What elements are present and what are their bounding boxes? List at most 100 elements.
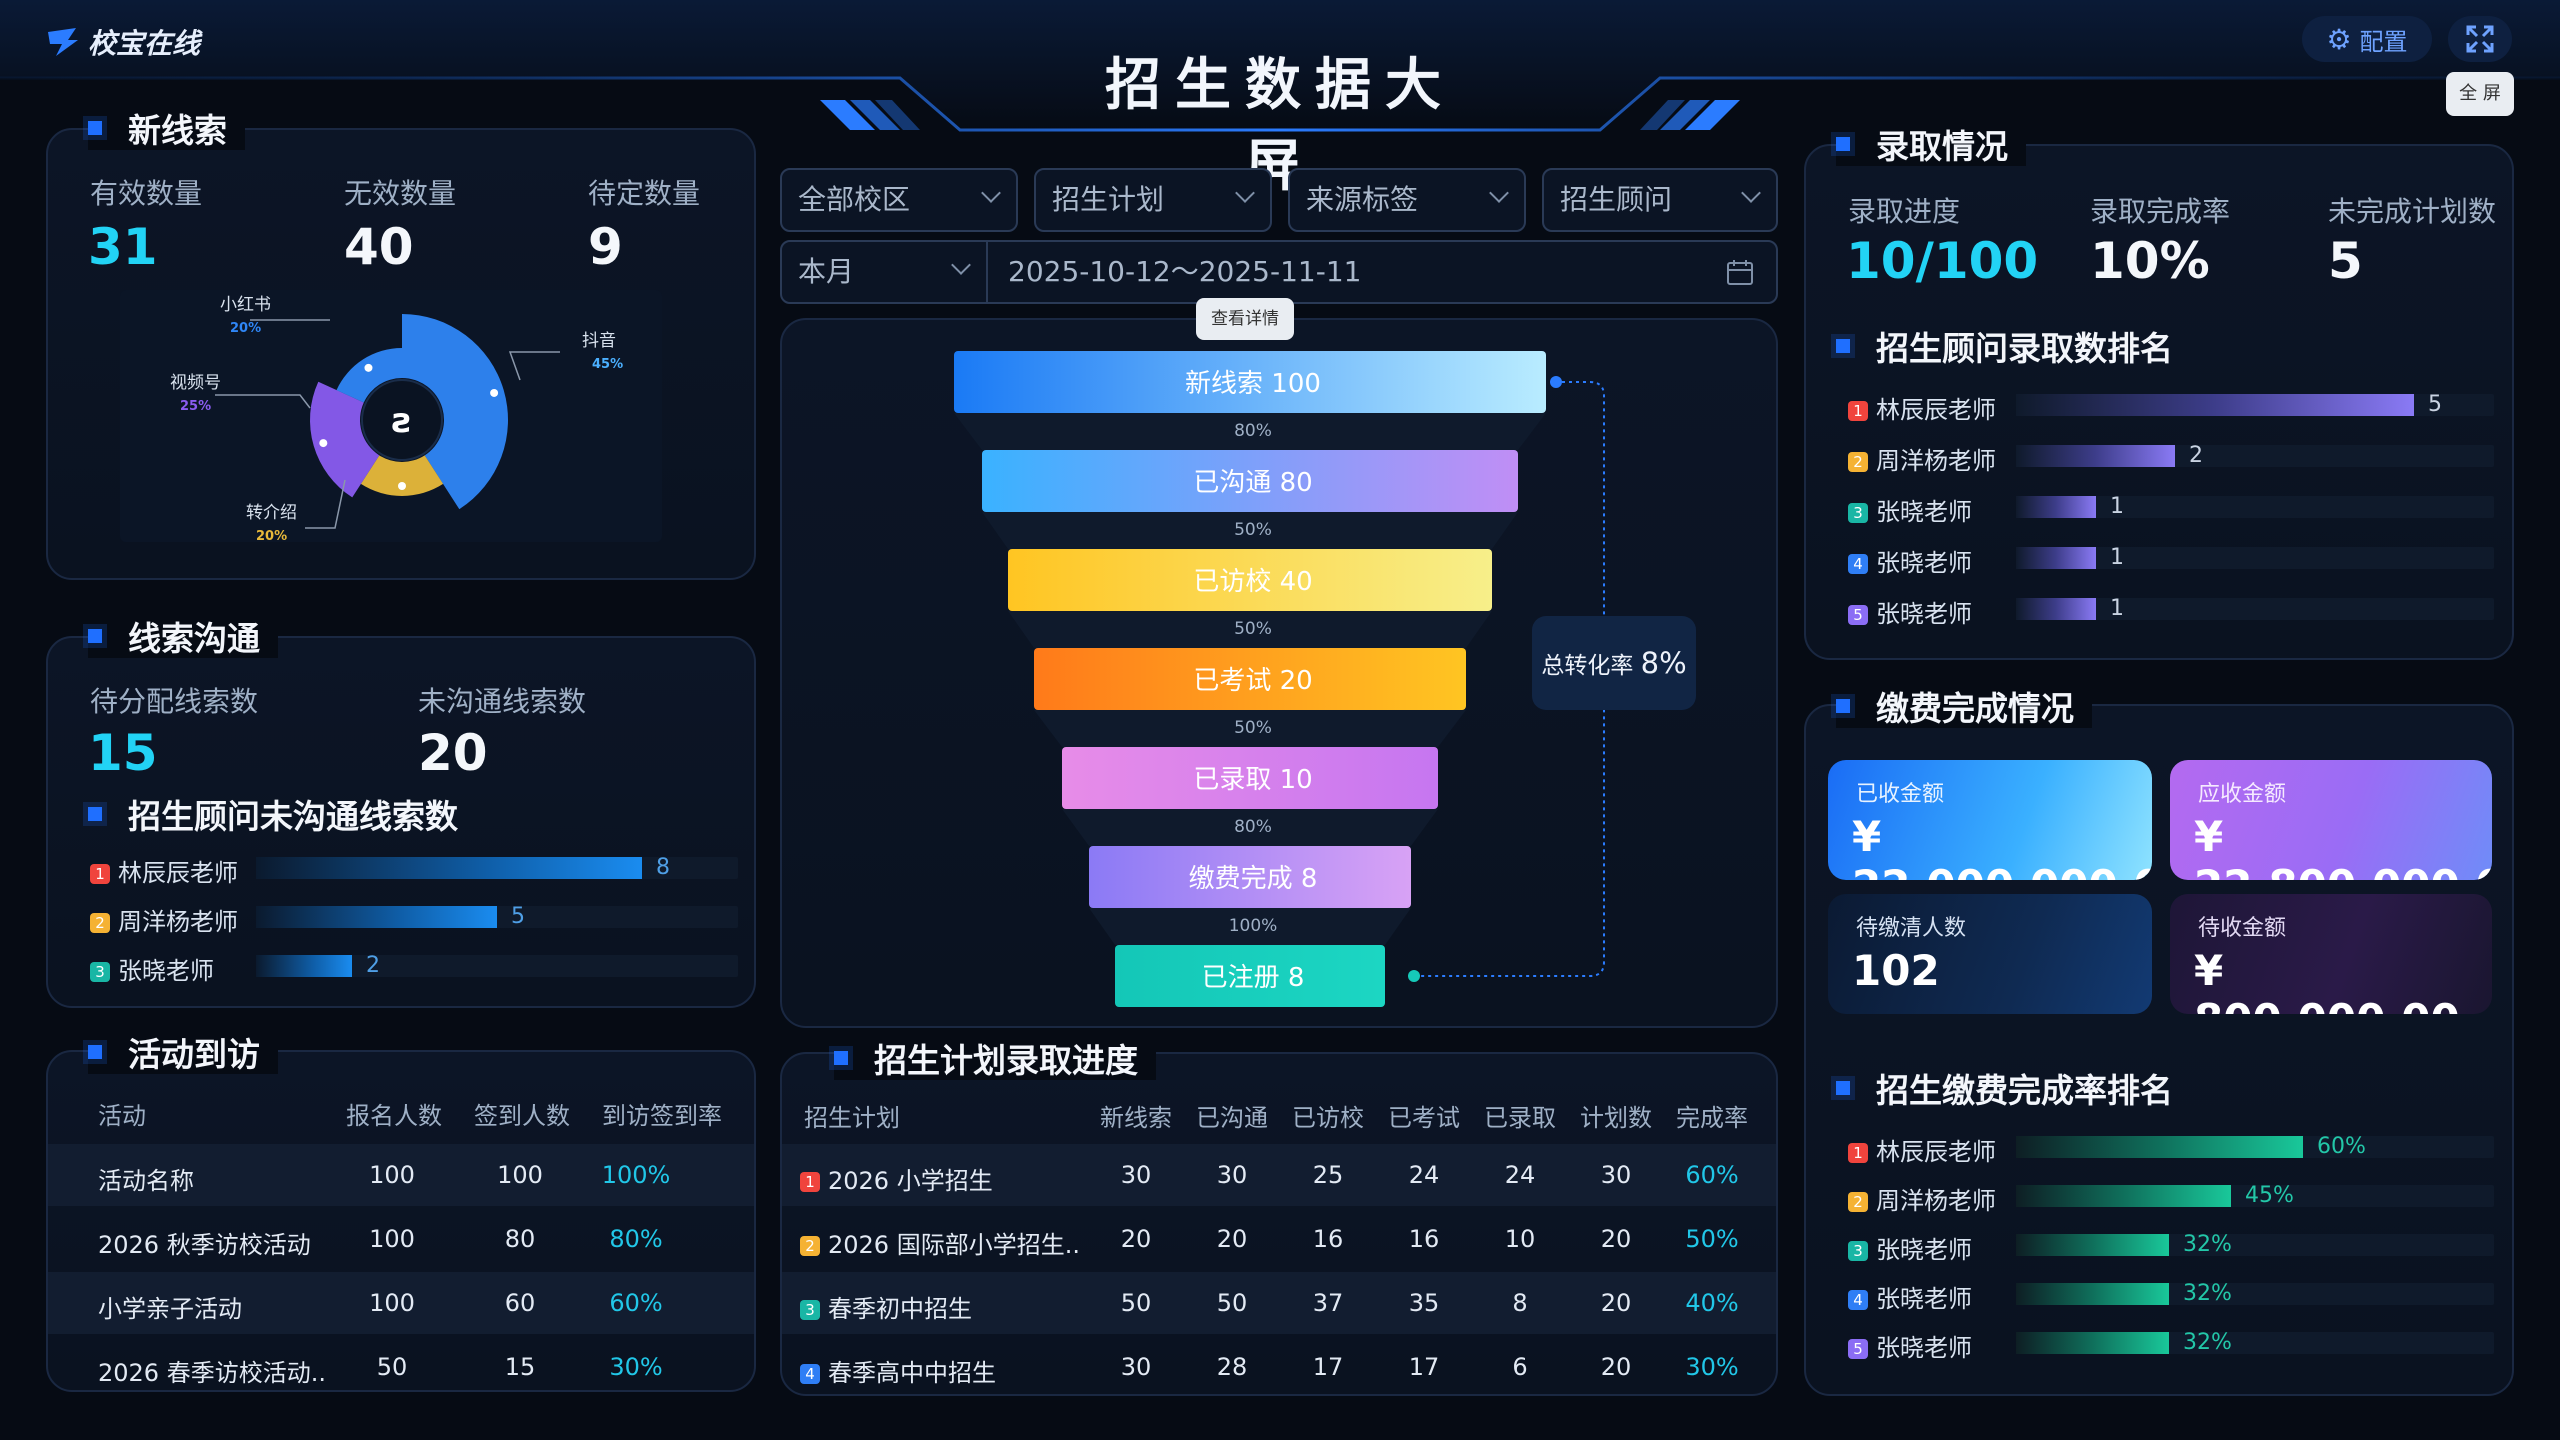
center-logo-icon: ꙅ: [392, 401, 412, 441]
fullscreen-button[interactable]: [2448, 16, 2512, 62]
pie-label: 抖音: [582, 331, 616, 351]
rank-value: 2: [2189, 443, 2203, 468]
chevron-down-icon: [1235, 183, 1255, 203]
table-cell: 16: [1408, 1225, 1440, 1253]
table-cell: 50: [1120, 1289, 1152, 1317]
funnel-rate: 50%: [1234, 718, 1272, 738]
table-cell: 25: [1312, 1161, 1344, 1189]
plan-name: 2026 国际部小学招生..: [828, 1231, 1080, 1259]
rank-badge: 4: [800, 1364, 820, 1384]
table-cell: 60%: [1685, 1161, 1739, 1189]
table-cell: 100: [497, 1161, 543, 1189]
rank-value: 8: [656, 855, 670, 880]
pie-label: 视频号: [170, 373, 221, 393]
plan-select[interactable]: 招生计划: [1034, 168, 1272, 232]
table-header: 活动: [98, 1102, 146, 1130]
admission-rank-title: 招生顾问录取数排名: [1836, 324, 2173, 368]
table-cell: 10: [1504, 1225, 1536, 1253]
rank-value: 5: [2428, 392, 2442, 417]
stat-label-unfinished: 未完成计划数: [2328, 195, 2497, 228]
pending-amount-card: 待收金额¥ 800,000.00: [2170, 894, 2492, 1014]
table-cell: 小学亲子活动: [98, 1295, 242, 1323]
table-cell: 100%: [601, 1161, 671, 1189]
period-select[interactable]: 本月: [780, 240, 988, 304]
stat-label-rate: 录取完成率: [2090, 195, 2231, 228]
stat-value-rate: 10%: [2090, 232, 2210, 290]
rank-bar: [2016, 547, 2096, 569]
brand-logo[interactable]: 校宝在线: [46, 22, 200, 62]
table-cell: 活动名称: [98, 1167, 194, 1195]
logo-icon: [48, 28, 78, 56]
rank-bar: [2016, 445, 2175, 467]
funnel-rate: 80%: [1234, 421, 1272, 441]
config-button[interactable]: ⚙ 配置: [2302, 16, 2432, 62]
funnel-rate: 50%: [1234, 520, 1272, 540]
table-cell: 24: [1408, 1161, 1440, 1189]
table-header: 已访校: [1292, 1104, 1364, 1132]
rank-item: 5 张晓老师: [1848, 594, 1972, 629]
table-cell: 60: [504, 1289, 536, 1317]
stat-label-invalid: 无效数量: [344, 177, 457, 210]
rank-badge: 1: [90, 864, 110, 884]
table-cell: 8: [1512, 1289, 1528, 1317]
config-label: 配置: [2359, 27, 2408, 56]
funnel-stage-label: 已考试 20: [1193, 666, 1312, 696]
table-cell: 30: [1600, 1161, 1632, 1189]
rank-item: 1 林辰辰老师: [90, 853, 238, 888]
payment-rank-title: 招生缴费完成率排名: [1836, 1066, 2173, 1110]
table-cell: 100: [369, 1225, 415, 1253]
rank-bar: [256, 906, 497, 928]
rank-value: 5: [511, 904, 525, 929]
rank-name: 林辰辰老师: [118, 859, 238, 887]
chevron-down-icon: [1489, 183, 1509, 203]
table-cell: 24: [1504, 1161, 1536, 1189]
rank-name: 张晓老师: [118, 957, 214, 985]
rank-value: 1: [2110, 545, 2124, 570]
stat-value-pending: 9: [588, 218, 623, 276]
table-header: 已沟通: [1196, 1104, 1268, 1132]
funnel-rate: 100%: [1229, 916, 1278, 936]
funnel-rate: 50%: [1234, 619, 1272, 639]
rank-name: 张晓老师: [1876, 1236, 1972, 1264]
stat-label-progress: 录取进度: [1848, 195, 1961, 228]
pie-label: 转介绍: [246, 503, 297, 523]
uncontacted-rank-title: 招生顾问未沟通线索数: [88, 792, 458, 836]
funnel-rate: 80%: [1234, 817, 1272, 837]
lead-source-pie: ꙅ 小红书 20% 抖音 45% 视频号 25% 转介绍 20%: [170, 295, 623, 542]
rank-bar: [2016, 1234, 2169, 1256]
rank-value: 1: [2110, 596, 2124, 621]
table-cell: 100: [369, 1289, 415, 1317]
plan-name-cell: 1 2026 小学招生: [800, 1161, 993, 1196]
rank-item: 1 林辰辰老师: [1848, 390, 1996, 425]
stat-value-invalid: 40: [344, 218, 414, 276]
table-header: 已录取: [1484, 1104, 1556, 1132]
advisor-select[interactable]: 招生顾问: [1542, 168, 1778, 232]
stat-value-uncontacted: 20: [418, 724, 488, 782]
view-details-tooltip: 查看详情: [1196, 298, 1294, 340]
stat-value-progress: 10/100: [1846, 232, 2039, 290]
expand-icon: [2466, 25, 2494, 53]
stat-value-unassigned: 15: [88, 724, 158, 782]
plan-name-cell: 4 春季高中中招生: [800, 1353, 996, 1388]
funnel-stage-label: 新线索 100: [1185, 369, 1321, 399]
table-cell: 50: [1216, 1289, 1248, 1317]
table-header: 到访签到率: [602, 1102, 722, 1130]
table-cell: 16: [1312, 1225, 1344, 1253]
pie-pct: 20%: [256, 529, 287, 542]
stat-label-valid: 有效数量: [90, 177, 203, 210]
funnel-stage-label: 缴费完成 8: [1189, 864, 1318, 894]
rank-value: 2: [366, 953, 380, 978]
rank-name: 张晓老师: [1876, 498, 1972, 526]
funnel-stage-label: 已访校 40: [1193, 567, 1312, 597]
date-range-input[interactable]: 2025-10-12～2025-11-11: [986, 240, 1778, 304]
rank-item: 4 张晓老师: [1848, 543, 1972, 578]
table-cell: 37: [1312, 1289, 1344, 1317]
rank-value: 45%: [2245, 1183, 2294, 1208]
connector-dot: [1550, 376, 1562, 388]
plan-name: 2026 小学招生: [828, 1167, 993, 1195]
collected-amount-card: 已收金额¥ 22,000,000.00: [1828, 760, 2152, 880]
rank-name: 周洋杨老师: [118, 908, 238, 936]
campus-select[interactable]: 全部校区: [780, 168, 1018, 232]
source-select[interactable]: 来源标签: [1288, 168, 1526, 232]
rank-value: 1: [2110, 494, 2124, 519]
